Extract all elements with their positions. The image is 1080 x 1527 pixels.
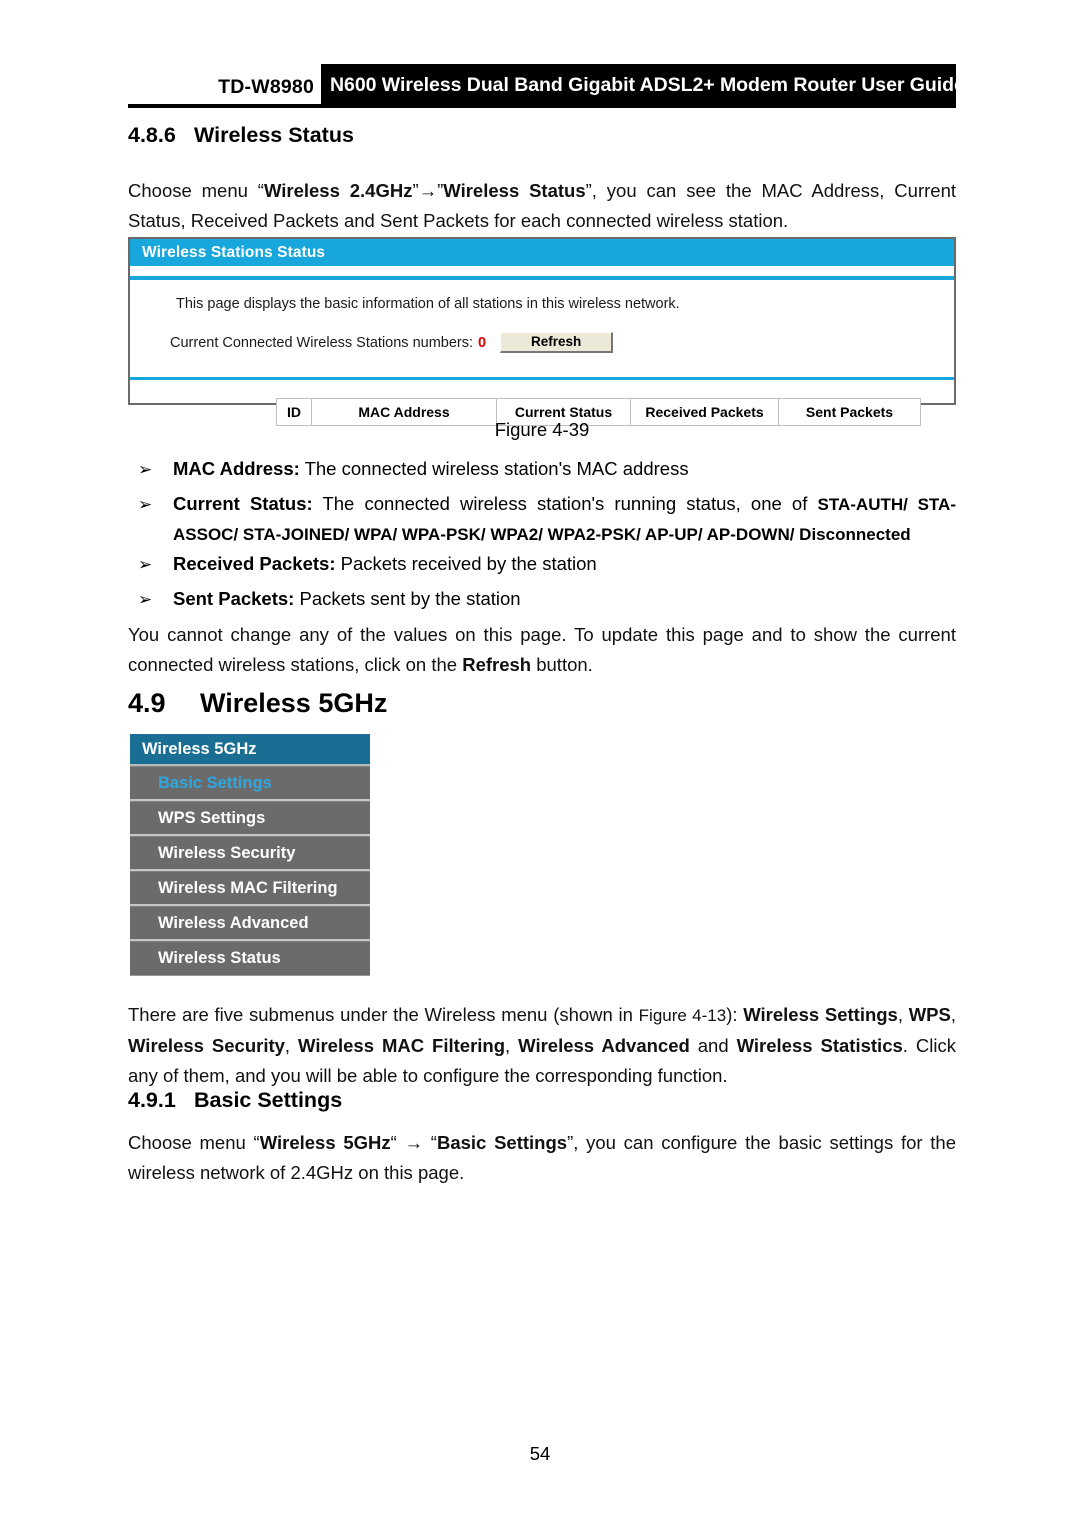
bullet-mac-address-text: MAC Address: The connected wireless stat… bbox=[173, 458, 689, 479]
bullet-arrow-icon: ➢ bbox=[138, 590, 153, 609]
sidebar-item-basic-settings[interactable]: Basic Settings bbox=[130, 766, 370, 801]
header-guide-title: N600 Wireless Dual Band Gigabit ADSL2+ M… bbox=[321, 64, 965, 106]
heading-4-8-6-number: 4.8.6 bbox=[128, 123, 176, 147]
panel-title-gap bbox=[130, 266, 954, 276]
panel-body: This page displays the basic information… bbox=[130, 280, 954, 426]
refresh-button[interactable]: Refresh bbox=[500, 332, 614, 353]
heading-4-8-6-title: Wireless Status bbox=[194, 123, 354, 147]
sidebar-item-wireless-mac-filtering[interactable]: Wireless MAC Filtering bbox=[130, 871, 370, 906]
bullet-mac-address: ➢ MAC Address: The connected wireless st… bbox=[128, 454, 956, 483]
figure-caption: Figure 4-39 bbox=[494, 419, 590, 440]
sidebar-item-wireless-security[interactable]: Wireless Security bbox=[130, 836, 370, 871]
header-model-name: TD-W8980 bbox=[218, 76, 314, 98]
heading-4-9-1-title: Basic Settings bbox=[194, 1088, 343, 1112]
sidebar-item-wireless-advanced[interactable]: Wireless Advanced bbox=[130, 906, 370, 941]
connected-stations-row: Current Connected Wireless Stations numb… bbox=[170, 332, 614, 353]
page-number: 54 bbox=[529, 1443, 551, 1464]
heading-4-9: 4.9 Wireless 5GHz bbox=[128, 688, 387, 719]
heading-4-9-title: Wireless 5GHz bbox=[200, 688, 388, 718]
wireless-5ghz-nav-menu: Wireless 5GHz Basic Settings WPS Setting… bbox=[130, 734, 370, 976]
bullet-received-packets: ➢ Received Packets: Packets received by … bbox=[128, 549, 956, 578]
bullet-current-status: ➢ Current Status: The connected wireless… bbox=[128, 489, 956, 549]
bullet-arrow-icon: ➢ bbox=[138, 555, 153, 574]
page-header: TD-W8980 N600 Wireless Dual Band Gigabit… bbox=[0, 0, 1080, 120]
panel-bottom-bar bbox=[130, 377, 954, 380]
refresh-note-paragraph: You cannot change any of the values on t… bbox=[128, 624, 956, 675]
heading-4-8-6: 4.8.6 Wireless Status bbox=[128, 123, 354, 148]
heading-4-9-1: 4.9.1 Basic Settings bbox=[128, 1088, 342, 1113]
header-rule bbox=[128, 104, 956, 108]
submenu-paragraph: There are five submenus under the Wirele… bbox=[128, 1004, 956, 1086]
bullet-sent-packets-text: Sent Packets: Packets sent by the statio… bbox=[173, 588, 521, 609]
basic-settings-paragraph: Choose menu “Wireless 5GHz“ → “Basic Set… bbox=[128, 1132, 956, 1183]
bullet-received-packets-text: Received Packets: Packets received by th… bbox=[173, 553, 597, 574]
bullet-current-status-text: Current Status: The connected wireless s… bbox=[173, 493, 956, 544]
wireless-stations-status-panel: Wireless Stations Status This page displ… bbox=[128, 237, 956, 426]
connected-stations-label: Current Connected Wireless Stations numb… bbox=[170, 334, 474, 351]
bullet-arrow-icon: ➢ bbox=[138, 460, 153, 479]
sidebar-item-wps-settings[interactable]: WPS Settings bbox=[130, 801, 370, 836]
heading-4-9-1-number: 4.9.1 bbox=[128, 1088, 176, 1112]
sidebar-item-wireless-status[interactable]: Wireless Status bbox=[130, 941, 370, 976]
heading-4-9-number: 4.9 bbox=[128, 688, 166, 718]
bullet-arrow-icon: ➢ bbox=[138, 495, 153, 514]
connected-stations-count: 0 bbox=[478, 334, 487, 351]
bullet-sent-packets: ➢ Sent Packets: Packets sent by the stat… bbox=[128, 584, 956, 613]
intro-paragraph-4-8-6: Choose menu “Wireless 2.4GHz”→”Wireless … bbox=[128, 180, 956, 231]
nav-menu-header: Wireless 5GHz bbox=[130, 734, 370, 766]
panel-description: This page displays the basic information… bbox=[176, 296, 680, 312]
panel-title: Wireless Stations Status bbox=[130, 239, 954, 266]
